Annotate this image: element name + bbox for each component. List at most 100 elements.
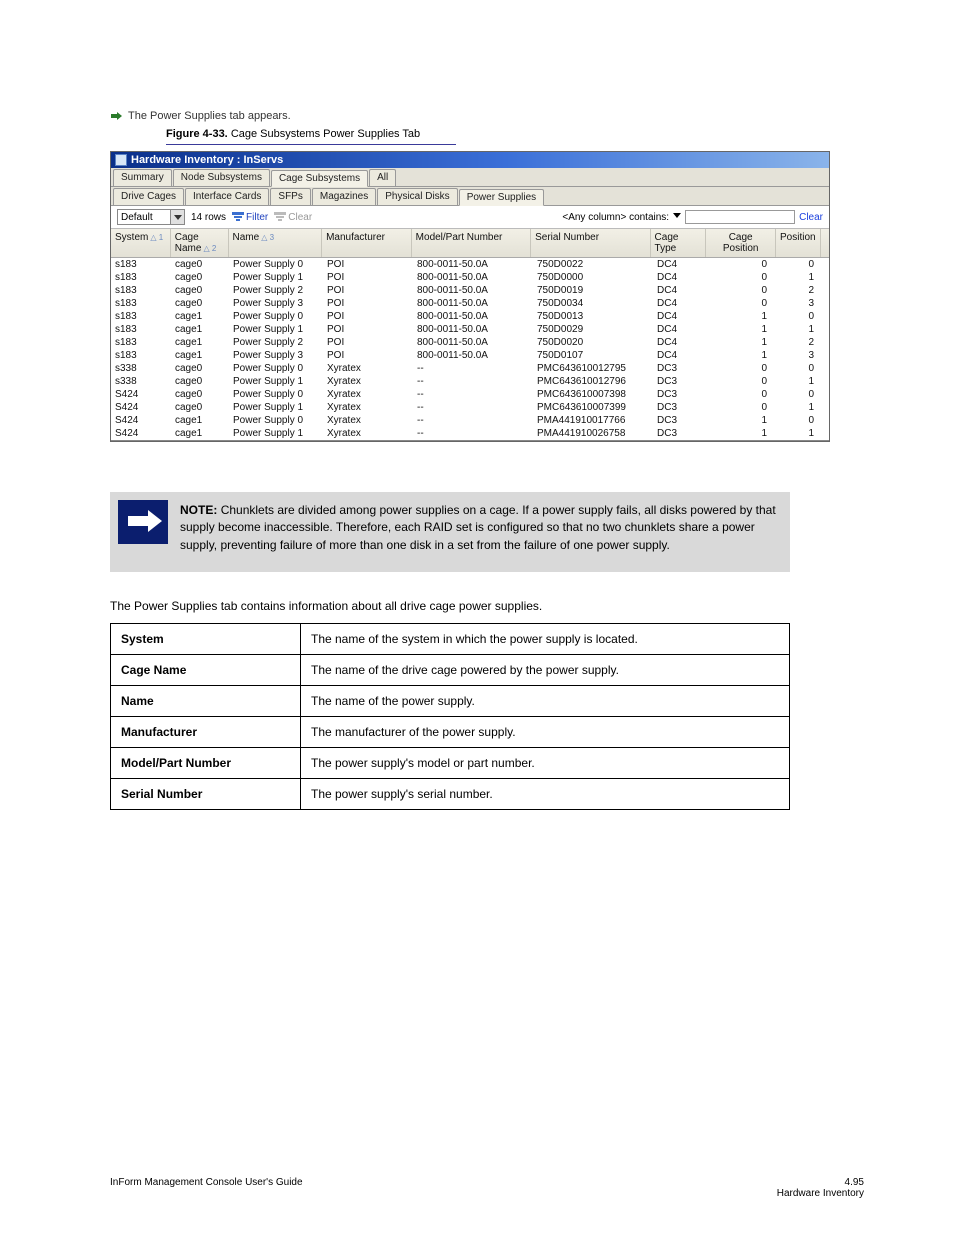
tab-cage-subsystems[interactable]: Cage Subsystems [271,170,368,187]
table-row[interactable]: s183cage1Power Supply 2POI800-0011-50.0A… [111,336,829,349]
cell-pos: 1 [779,271,824,284]
cell-model: 800-0011-50.0A [413,258,533,271]
tab-sfps[interactable]: SFPs [270,188,310,205]
table-row[interactable]: S424cage1Power Supply 1Xyratex--PMA44191… [111,427,829,440]
clear-button[interactable]: Clear [799,212,823,223]
definition-term: Serial Number [111,779,301,810]
col-serial[interactable]: Serial Number [531,229,650,257]
cell-serial: PMA441910017766 [533,414,653,427]
cell-sys: s183 [111,349,171,362]
grid-toolbar: 14 rows Filter Clear <Any column> contai… [111,206,829,229]
table-row[interactable]: S424cage1Power Supply 0Xyratex--PMA44191… [111,414,829,427]
cell-model: -- [413,414,533,427]
cell-pos: 1 [779,323,824,336]
definition-row: NameThe name of the power supply. [111,686,790,717]
table-row[interactable]: s183cage0Power Supply 3POI800-0011-50.0A… [111,297,829,310]
col-name[interactable]: Name△ 3 [229,229,323,257]
cell-model: 800-0011-50.0A [413,336,533,349]
tab-interface-cards[interactable]: Interface Cards [185,188,269,205]
table-row[interactable]: S424cage0Power Supply 1Xyratex--PMC64361… [111,401,829,414]
cell-sys: S424 [111,401,171,414]
definition-desc: The name of the system in which the powe… [301,624,790,655]
screenshot-window: Hardware Inventory : InServs SummaryNode… [110,151,830,442]
col-manufacturer[interactable]: Manufacturer [322,229,412,257]
definition-term: Name [111,686,301,717]
cell-man: POI [323,336,413,349]
table-row[interactable]: S424cage0Power Supply 0Xyratex--PMC64361… [111,388,829,401]
cell-model: -- [413,375,533,388]
col-cage-name[interactable]: Cage Name△ 2 [171,229,229,257]
cell-pos: 3 [779,349,824,362]
cell-name: Power Supply 0 [229,388,323,401]
figure-underline [166,144,456,145]
cell-sys: s183 [111,297,171,310]
page-footer: InForm Management Console User's Guide 4… [110,1177,864,1199]
cell-serial: PMC643610012795 [533,362,653,375]
cell-man: POI [323,271,413,284]
tab-summary[interactable]: Summary [113,169,172,186]
note-label: NOTE: [180,503,217,517]
chevron-down-icon[interactable] [170,210,184,224]
tab-magazines[interactable]: Magazines [312,188,376,205]
cell-ctype: DC4 [653,258,709,271]
cell-name: Power Supply 0 [229,258,323,271]
cell-name: Power Supply 3 [229,297,323,310]
col-model[interactable]: Model/Part Number [412,229,531,257]
cell-pos: 1 [779,375,824,388]
view-combo-input[interactable] [118,211,170,224]
window-icon [115,154,127,166]
cell-sys: s183 [111,284,171,297]
col-padding [821,229,829,257]
cell-pos: 0 [779,362,824,375]
definition-row: Serial NumberThe power supply's serial n… [111,779,790,810]
cell-sys: s183 [111,310,171,323]
col-cage-type[interactable]: Cage Type [651,229,707,257]
table-row[interactable]: s183cage0Power Supply 2POI800-0011-50.0A… [111,284,829,297]
table-row[interactable]: s183cage0Power Supply 1POI800-0011-50.0A… [111,271,829,284]
figure-caption: Cage Subsystems Power Supplies Tab [231,128,420,140]
definition-row: Cage NameThe name of the drive cage powe… [111,655,790,686]
search-input[interactable] [685,210,795,224]
section-intro: The Power Supplies tab contains informat… [110,598,864,615]
tab-drive-cages[interactable]: Drive Cages [113,188,184,205]
table-row[interactable]: s338cage0Power Supply 1Xyratex--PMC64361… [111,375,829,388]
view-combo[interactable] [117,209,185,225]
tab-physical-disks[interactable]: Physical Disks [377,188,457,205]
cell-cage: cage1 [171,336,229,349]
definition-desc: The name of the drive cage powered by th… [301,655,790,686]
cell-cage: cage0 [171,297,229,310]
filter-button[interactable]: Filter [232,212,268,223]
table-row[interactable]: s183cage1Power Supply 3POI800-0011-50.0A… [111,349,829,362]
table-row[interactable]: s183cage1Power Supply 1POI800-0011-50.0A… [111,323,829,336]
cell-man: POI [323,284,413,297]
cell-name: Power Supply 2 [229,336,323,349]
cell-sys: S424 [111,414,171,427]
col-system[interactable]: System△ 1 [111,229,171,257]
definition-row: SystemThe name of the system in which th… [111,624,790,655]
cell-ctype: DC3 [653,375,709,388]
tab-power-supplies[interactable]: Power Supplies [459,189,544,206]
col-cage-position[interactable]: Cage Position [706,229,776,257]
chevron-down-icon[interactable] [673,212,681,223]
note-arrow-icon [118,500,168,544]
cell-model: -- [413,401,533,414]
cell-cpos: 0 [709,297,779,310]
table-row[interactable]: s183cage0Power Supply 0POI800-0011-50.0A… [111,258,829,271]
cell-sys: s183 [111,336,171,349]
col-position[interactable]: Position [776,229,821,257]
tab-node-subsystems[interactable]: Node Subsystems [173,169,270,186]
table-row[interactable]: s183cage1Power Supply 0POI800-0011-50.0A… [111,310,829,323]
filter-icon [232,212,244,222]
tab-all[interactable]: All [369,169,396,186]
cell-ctype: DC3 [653,427,709,440]
breadcrumb: The Power Supplies tab appears. [110,110,864,122]
cell-man: Xyratex [323,388,413,401]
cell-man: Xyratex [323,414,413,427]
cell-man: Xyratex [323,362,413,375]
cell-serial: 750D0013 [533,310,653,323]
arrow-right-icon [110,110,122,122]
cell-name: Power Supply 3 [229,349,323,362]
table-row[interactable]: s338cage0Power Supply 0Xyratex--PMC64361… [111,362,829,375]
cell-ctype: DC4 [653,297,709,310]
footer-chapter-no: 4.95 [777,1177,864,1188]
